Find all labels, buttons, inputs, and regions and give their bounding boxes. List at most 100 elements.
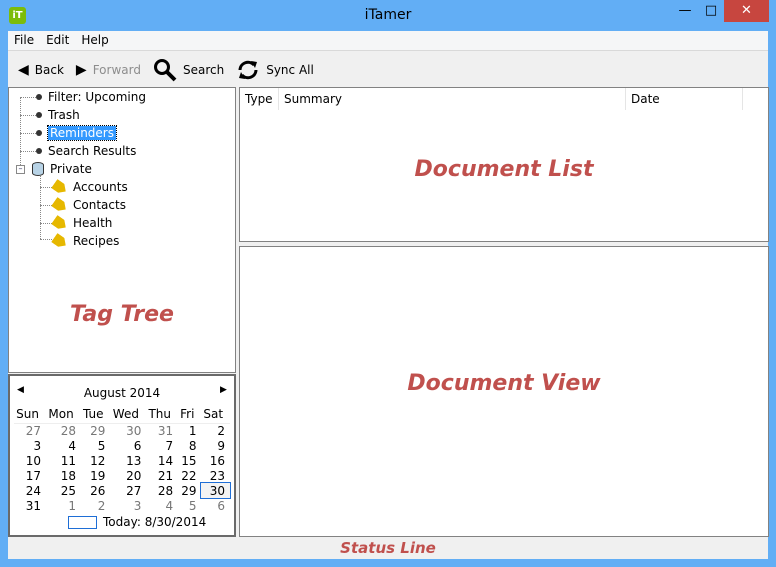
calendar-day[interactable]: 4 — [146, 498, 178, 513]
menu-edit[interactable]: Edit — [40, 31, 75, 49]
calendar-day[interactable]: 15 — [178, 453, 201, 468]
tag-icon — [51, 196, 69, 213]
window-title: iTamer — [364, 7, 412, 23]
title-bar: iT iTamer — □ ✕ — [0, 0, 776, 31]
calendar-day[interactable]: 1 — [46, 498, 81, 513]
forward-button[interactable]: ▶ Forward — [72, 62, 145, 78]
bullet-icon — [36, 94, 42, 100]
calendar-day[interactable]: 9 — [201, 438, 230, 453]
calendar-day[interactable]: 25 — [46, 483, 81, 498]
calendar-day[interactable]: 27 — [110, 483, 146, 498]
calendar-day[interactable]: 21 — [146, 468, 178, 483]
back-button[interactable]: ◀ Back — [14, 62, 68, 78]
tag-tree: Filter: Upcoming Trash Reminders Search … — [8, 87, 236, 373]
document-list: Type Summary Date Document List — [239, 87, 769, 242]
today-marker — [68, 516, 97, 529]
column-summary[interactable]: Summary — [279, 88, 626, 110]
calendar-day[interactable]: 5 — [81, 438, 110, 453]
tree-item-recipes[interactable]: Recipes — [53, 232, 119, 250]
weekday-header: Fri — [178, 406, 202, 424]
client-area: File Edit Help ◀ Back ▶ Forward Search Sync … — [8, 31, 769, 559]
menu-bar: File Edit Help — [8, 31, 768, 51]
next-month-button[interactable]: ▶ — [220, 385, 227, 395]
weekday-header: Wed — [110, 406, 147, 424]
calendar-day[interactable]: 24 — [14, 483, 46, 498]
weekday-header: Mon — [46, 406, 82, 424]
sync-all-button[interactable]: Sync All — [232, 58, 318, 82]
calendar-day[interactable]: 3 — [110, 498, 146, 513]
calendar-day[interactable]: 31 — [14, 498, 46, 513]
calendar-day[interactable]: 1 — [178, 423, 201, 438]
bullet-icon — [36, 148, 42, 154]
calendar-day[interactable]: 7 — [146, 438, 178, 453]
tree-item-search-results[interactable]: Search Results — [36, 142, 136, 160]
calendar-day[interactable]: 12 — [81, 453, 110, 468]
menu-help[interactable]: Help — [75, 31, 114, 49]
calendar-day[interactable]: 22 — [178, 468, 201, 483]
weekday-header: Sun — [14, 406, 47, 424]
calendar-day[interactable]: 13 — [110, 453, 146, 468]
tree-item-contacts[interactable]: Contacts — [53, 196, 126, 214]
calendar-day[interactable]: 2 — [81, 498, 110, 513]
search-icon — [153, 59, 177, 82]
tag-icon — [51, 214, 69, 231]
document-view: Document View — [239, 246, 769, 537]
arrow-right-icon: ▶ — [75, 62, 87, 78]
calendar-day[interactable]: 2 — [201, 423, 230, 438]
tree-item-filter-upcoming[interactable]: Filter: Upcoming — [36, 88, 146, 106]
calendar-month[interactable]: August 2014 — [10, 386, 234, 400]
calendar-day[interactable]: 30 — [200, 482, 231, 499]
calendar: ◀ August 2014 ▶ Sun Mon Tue Wed Thu Fri Sat 27 2… — [8, 374, 236, 537]
tree-item-health[interactable]: Health — [53, 214, 112, 232]
weekday-header: Sat — [201, 406, 230, 424]
maximize-button[interactable]: □ — [698, 0, 724, 22]
calendar-day[interactable]: 17 — [14, 468, 46, 483]
bullet-icon — [36, 112, 42, 118]
minimize-button[interactable]: — — [672, 0, 698, 22]
calendar-day[interactable]: 23 — [201, 468, 230, 483]
calendar-day[interactable]: 16 — [201, 453, 230, 468]
arrow-left-icon: ◀ — [18, 62, 29, 78]
calendar-day[interactable]: 20 — [110, 468, 146, 483]
column-type[interactable]: Type — [240, 88, 279, 110]
sync-icon — [238, 60, 258, 80]
calendar-day[interactable]: 14 — [146, 453, 178, 468]
tree-item-trash[interactable]: Trash — [36, 106, 80, 124]
calendar-day[interactable]: 18 — [46, 468, 81, 483]
document-view-label: Document View — [407, 371, 601, 396]
calendar-day[interactable]: 3 — [14, 438, 46, 453]
calendar-day[interactable]: 6 — [110, 438, 146, 453]
calendar-day[interactable]: 4 — [46, 438, 81, 453]
database-icon — [32, 162, 44, 176]
close-button[interactable]: ✕ — [724, 0, 769, 22]
calendar-day[interactable]: 31 — [146, 423, 178, 438]
calendar-day[interactable]: 10 — [14, 453, 46, 468]
search-button[interactable]: Search — [149, 58, 228, 82]
status-line-label: Status Line — [340, 539, 436, 557]
menu-file[interactable]: File — [8, 31, 40, 49]
calendar-day[interactable]: 26 — [81, 483, 110, 498]
calendar-day[interactable]: 28 — [146, 483, 178, 498]
collapse-toggle[interactable]: – — [16, 165, 25, 174]
column-date[interactable]: Date — [626, 88, 743, 110]
calendar-day[interactable]: 6 — [201, 498, 230, 513]
document-list-label: Document List — [414, 157, 594, 182]
tag-icon — [51, 232, 69, 249]
calendar-day[interactable]: 28 — [46, 423, 81, 438]
weekday-header: Thu — [146, 406, 179, 424]
today-link[interactable]: Today: 8/30/2014 — [103, 515, 206, 529]
tree-item-accounts[interactable]: Accounts — [53, 178, 128, 196]
calendar-day[interactable]: 8 — [178, 438, 201, 453]
calendar-day[interactable]: 29 — [178, 483, 201, 498]
calendar-day[interactable]: 19 — [81, 468, 110, 483]
calendar-day[interactable]: 11 — [46, 453, 81, 468]
toolbar: ◀ Back ▶ Forward Search Sync All — [8, 53, 768, 87]
calendar-day[interactable]: 29 — [81, 423, 110, 438]
calendar-day[interactable]: 5 — [178, 498, 201, 513]
calendar-day[interactable]: 30 — [110, 423, 146, 438]
status-bar: Status Line — [8, 538, 768, 559]
calendar-day[interactable]: 27 — [14, 423, 46, 438]
bullet-icon — [36, 130, 42, 136]
calendar-grid: Sun Mon Tue Wed Thu Fri Sat 27 28 29 30 31 1 2 3 4 5 6 7 8 9… — [14, 406, 231, 513]
tree-item-reminders[interactable]: Reminders — [36, 124, 117, 142]
